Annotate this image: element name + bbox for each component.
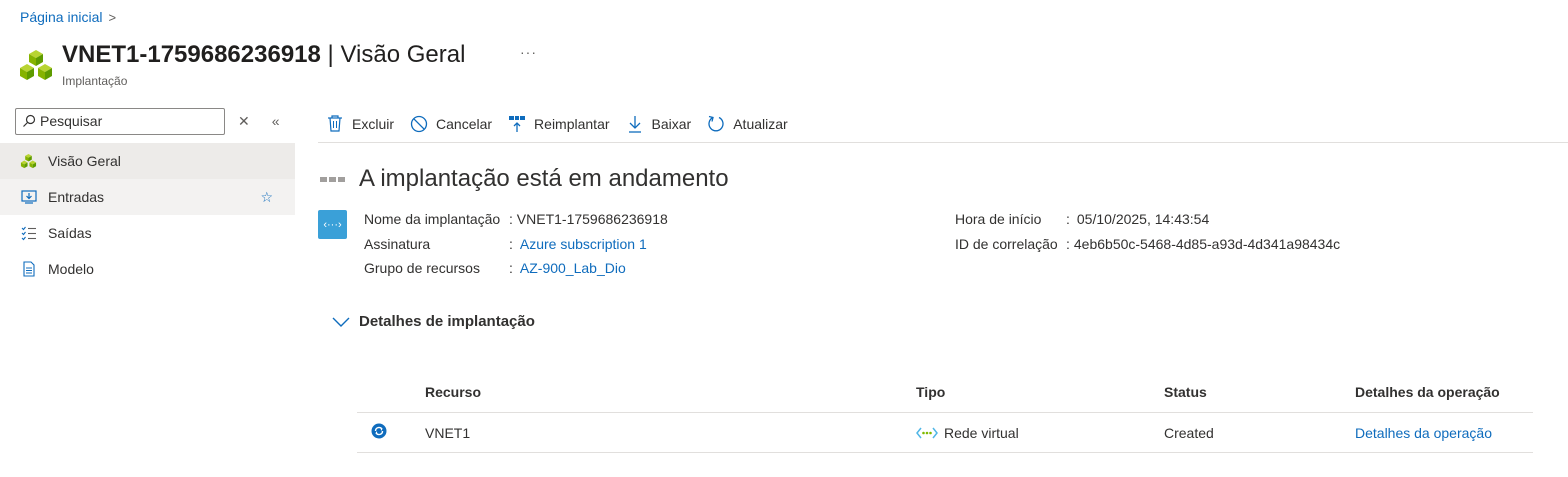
deployment-cubes-icon [20, 50, 52, 80]
resource-type: Rede virtual [916, 425, 1164, 441]
virtual-network-icon [916, 427, 938, 438]
status-heading: A implantação está em andamento [359, 165, 729, 192]
operation-details-link[interactable]: Detalhes da operação [1355, 425, 1533, 441]
subscription-colon: : [509, 235, 513, 252]
column-header-status[interactable]: Status [1164, 384, 1355, 400]
star-icon[interactable]: ☆ [260, 189, 273, 206]
sidebar-item-template[interactable]: Modelo [0, 251, 295, 287]
resource-group-link[interactable]: AZ-900_Lab_Dio [520, 260, 626, 276]
search-input[interactable] [40, 113, 210, 129]
deployment-details-table: Recurso Tipo Status Detalhes da operação… [357, 371, 1533, 453]
refresh-button[interactable]: Atualizar [699, 108, 795, 140]
sidebar-item-label: Saídas [48, 225, 92, 241]
correlation-colon: : [1066, 235, 1070, 252]
deployment-name-title: VNET1-1759686236918 [62, 41, 321, 68]
deployment-info-right: Hora de início : 05/10/2025, 14:43:54 ID… [955, 207, 1340, 256]
deployment-name-label: Nome da implantação [364, 211, 501, 228]
refresh-label: Atualizar [733, 115, 788, 132]
start-time-colon: : [1066, 211, 1070, 228]
sidebar-item-inputs[interactable]: Entradas ☆ [0, 179, 295, 215]
page-header: VNET1-1759686236918 | Visão Geral Implan… [18, 40, 465, 88]
redeploy-label: Reimplantar [534, 115, 610, 132]
inputs-icon [20, 189, 37, 206]
chevron-down-icon [332, 317, 350, 327]
sidebar-item-label: Entradas [48, 189, 105, 205]
cubes-icon [20, 153, 37, 170]
progress-dots-icon [320, 176, 345, 182]
subscription-link[interactable]: Azure subscription 1 [520, 236, 647, 252]
chevron-right-icon: > [108, 9, 117, 25]
sidebar-item-label: Visão Geral [48, 153, 121, 169]
collapse-sidebar-icon[interactable]: « [272, 113, 280, 129]
sync-status-icon [357, 423, 425, 442]
correlation-label: ID de correlação [955, 235, 1058, 252]
more-options-button[interactable]: ··· [520, 44, 537, 60]
sidebar-item-label: Modelo [48, 261, 94, 277]
column-header-type[interactable]: Tipo [916, 384, 1164, 400]
start-time-label: Hora de início [955, 211, 1042, 228]
resource-name: VNET1 [425, 424, 471, 441]
cancel-label: Cancelar [436, 115, 493, 132]
download-icon [626, 115, 644, 133]
resource-type-label: Rede virtual [944, 424, 1019, 441]
redeploy-icon [508, 115, 526, 133]
breadcrumb-home-link[interactable]: Página inicial [20, 9, 103, 25]
sidebar-item-outputs[interactable]: Saídas [0, 215, 295, 251]
clear-search-icon[interactable]: ✕ [238, 113, 250, 130]
search-icon [23, 114, 36, 127]
refresh-icon [707, 115, 725, 133]
column-header-operation-details[interactable]: Detalhes da operação [1355, 384, 1533, 400]
correlation-value: 4eb6b50c-5468-4d85-a93d-4d341a98434c [1073, 235, 1341, 252]
page-subtitle: Implantação [62, 74, 128, 88]
page-section-title: | Visão Geral [327, 41, 466, 68]
resource-group-label: Grupo de recursos [364, 260, 480, 277]
search-box[interactable] [15, 107, 225, 135]
delete-label: Excluir [352, 115, 395, 132]
table-row: VNET1 Rede virtual Created Detalhes da o… [357, 413, 1533, 453]
column-header-resource[interactable]: Recurso [425, 384, 916, 400]
sidebar: ✕ « Visão Geral Entrad [0, 105, 295, 287]
start-time-value: 05/10/2025, 14:43:54 [1076, 211, 1210, 228]
download-button[interactable]: Baixar [618, 108, 700, 140]
trash-icon [326, 115, 344, 133]
redeploy-button[interactable]: Reimplantar [500, 108, 617, 140]
template-icon [20, 261, 37, 278]
deployment-details-toggle[interactable]: Detalhes de implantação [332, 313, 535, 330]
deployment-info-left: Nome da implantação : VNET1-175968623691… [364, 207, 668, 281]
sidebar-item-overview[interactable]: Visão Geral [0, 143, 295, 179]
resource-group-colon: : [509, 260, 513, 277]
deployment-name-value: : VNET1-1759686236918 [509, 211, 668, 228]
page-title: VNET1-1759686236918 | Visão Geral [62, 40, 465, 70]
command-bar: Excluir Cancelar Reimplantar Baixar Atua… [318, 105, 1568, 143]
deployment-icon: ‹···› [318, 210, 347, 239]
table-header: Recurso Tipo Status Detalhes da operação [357, 371, 1533, 413]
section-title: Detalhes de implantação [359, 313, 535, 330]
breadcrumb: Página inicial > [20, 9, 116, 25]
resource-status: Created [1164, 424, 1214, 441]
deployment-status: A implantação está em andamento [320, 165, 729, 193]
subscription-label: Assinatura [364, 235, 431, 252]
cancel-button[interactable]: Cancelar [402, 108, 500, 140]
outputs-icon [20, 225, 37, 242]
delete-button[interactable]: Excluir [318, 108, 402, 140]
download-label: Baixar [651, 115, 692, 132]
cancel-icon [410, 115, 428, 133]
